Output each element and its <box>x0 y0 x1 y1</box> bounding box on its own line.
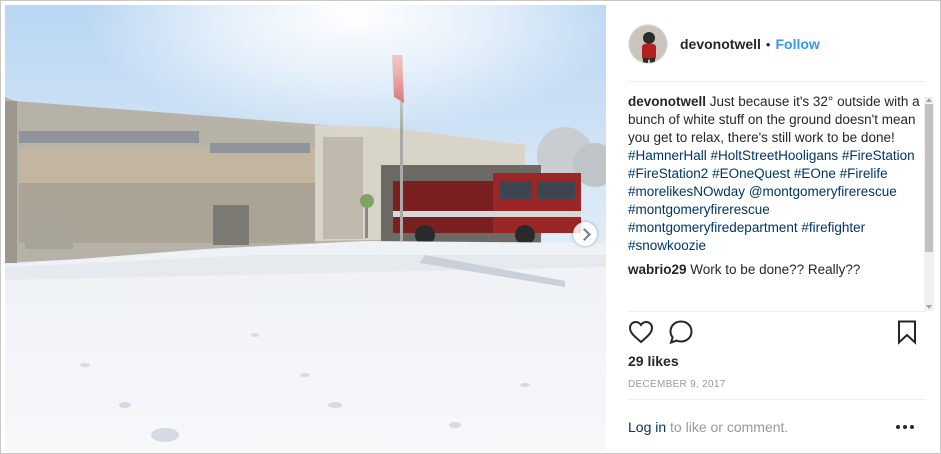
caption-hashtag[interactable]: #firefighter <box>801 220 865 235</box>
caption-hashtag[interactable]: #snowkoozie <box>628 238 706 253</box>
more-options-icon[interactable] <box>896 425 914 431</box>
comment-icon[interactable] <box>668 319 694 345</box>
caption-hashtag[interactable]: #montgomeryfirerescue <box>628 202 770 217</box>
comment: wabrio29 Work to be done?? Really?? <box>628 261 920 279</box>
comments-scrollbar[interactable] <box>924 97 934 311</box>
post-side-panel: devonotwell • Follow devonotwell Just be… <box>611 5 936 451</box>
caption-hashtag[interactable]: #montgomeryfiredepartment <box>628 220 798 235</box>
header-separator: • <box>765 36 771 52</box>
scroll-up-icon[interactable] <box>926 98 932 102</box>
comment-text: Work to be done?? Really?? <box>690 262 861 277</box>
divider <box>628 81 926 82</box>
comment-username[interactable]: wabrio29 <box>628 262 687 277</box>
avatar-icon <box>629 25 667 63</box>
scroll-down-icon[interactable] <box>926 305 932 309</box>
divider <box>628 399 926 400</box>
bookmark-icon[interactable] <box>894 319 920 345</box>
caption-hashtags: #HamnerHall #HoltStreetHooligans #FireSt… <box>628 148 915 253</box>
caption-hashtag[interactable]: #morelikesNOwday <box>628 184 745 199</box>
post-actions <box>628 319 918 347</box>
caption-username[interactable]: devonotwell <box>628 94 706 109</box>
caption: devonotwell Just because it's 32° outsid… <box>628 93 920 255</box>
caption-hashtag[interactable]: #FireStation <box>842 148 915 163</box>
follow-button[interactable]: Follow <box>775 36 819 52</box>
login-link[interactable]: Log in <box>628 419 666 435</box>
post-header: devonotwell • Follow <box>628 23 918 65</box>
divider <box>628 311 926 312</box>
likes-count[interactable]: 29 likes <box>628 353 679 369</box>
login-prompt: Log in to like or comment. <box>628 419 918 435</box>
caption-hashtag[interactable]: #EOne <box>794 166 836 181</box>
caption-hashtag[interactable]: #Firelife <box>840 166 888 181</box>
avatar[interactable] <box>628 24 668 64</box>
caption-hashtag[interactable]: #HamnerHall <box>628 148 707 163</box>
next-photo-button[interactable] <box>573 222 597 246</box>
post-photo[interactable] <box>5 5 606 451</box>
header-username[interactable]: devonotwell <box>680 36 761 52</box>
caption-hashtag[interactable]: #EOneQuest <box>712 166 790 181</box>
caption-hashtag[interactable]: #HoltStreetHooligans <box>711 148 839 163</box>
scroll-thumb[interactable] <box>925 104 933 252</box>
photo-icon <box>5 5 606 451</box>
heart-icon[interactable] <box>628 319 654 345</box>
login-rest-text: to like or comment. <box>666 419 789 435</box>
post-date: DECEMBER 9, 2017 <box>628 379 726 390</box>
caption-hashtag[interactable]: @montgomeryfirerescue <box>749 184 897 199</box>
comments-list: devonotwell Just because it's 32° outsid… <box>628 93 920 311</box>
caption-hashtag[interactable]: #FireStation2 <box>628 166 708 181</box>
post-frame: devonotwell • Follow devonotwell Just be… <box>0 0 941 454</box>
